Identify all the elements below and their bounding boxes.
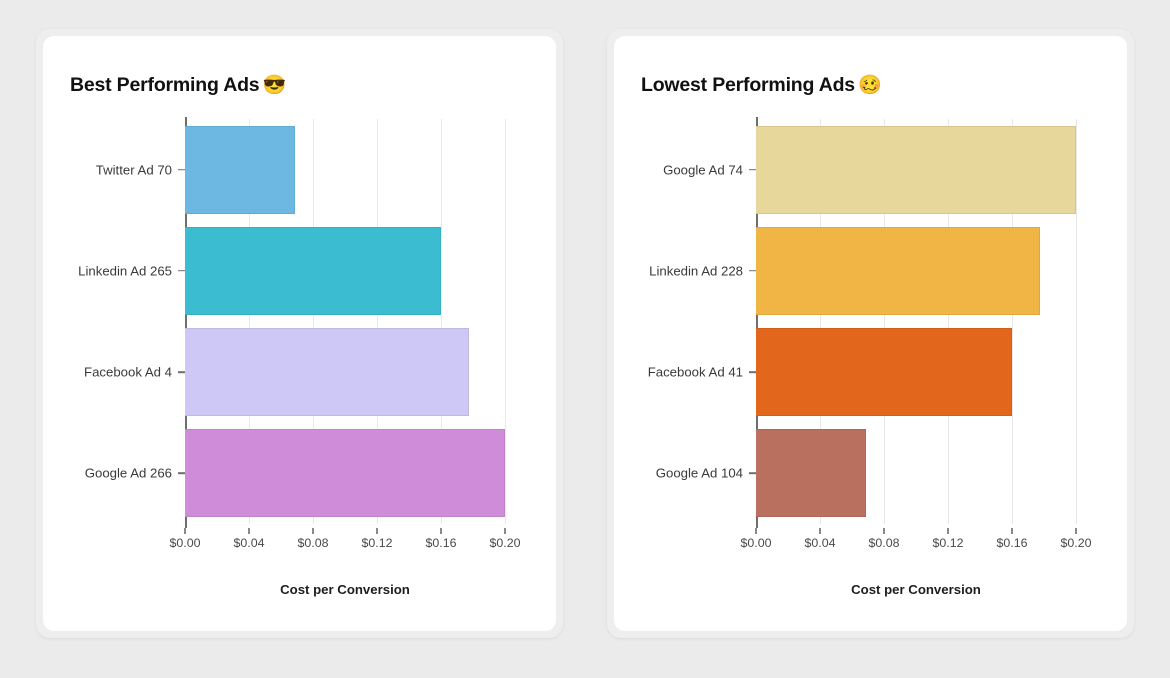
x-tick-label: $0.16 (425, 536, 457, 550)
x-tick-label: $0.04 (804, 536, 836, 550)
category-label: Facebook Ad 41 (647, 364, 743, 380)
bar[interactable] (185, 429, 505, 518)
x-tick-label: $0.00 (169, 536, 201, 550)
category-tick (749, 270, 756, 272)
bar[interactable] (185, 226, 441, 315)
bar-row (185, 226, 505, 315)
x-axis-title: Cost per Conversion (280, 582, 410, 597)
category-tick (749, 371, 756, 373)
lowest-performing-ads-chart: Google Ad 74 Linkedin Ad 228 Facebook Ad 4… (614, 36, 1127, 631)
bar-row (756, 328, 1076, 417)
lowest-performing-ads-card: Lowest Performing Ads 🥴 Google Ad 74 Linke… (614, 36, 1127, 631)
bar-row (185, 125, 505, 214)
gridline (1076, 119, 1077, 524)
x-tick-label: $0.20 (489, 536, 521, 550)
x-tick-mark (819, 528, 821, 534)
x-tick-label: $0.12 (932, 536, 964, 550)
category-tick (178, 270, 185, 272)
category-tick (749, 168, 756, 171)
x-tick-label: $0.20 (1060, 536, 1092, 550)
bar-row (756, 429, 1076, 518)
x-tick-mark (376, 528, 378, 534)
x-tick-mark (947, 528, 949, 534)
bar[interactable] (756, 125, 1076, 214)
x-tick-mark (184, 528, 186, 534)
plot-area: Google Ad 74 Linkedin Ad 228 Facebook Ad 4… (648, 117, 1092, 597)
bar-row (756, 125, 1076, 214)
category-tick (178, 472, 185, 475)
plot-area: Twitter Ad 70 Linkedin Ad 265 Facebook Ad … (78, 117, 521, 597)
bar[interactable] (185, 125, 296, 214)
ads-performance-dashboard: Best Performing Ads 😎 Twitter Ad 70 Linked… (0, 0, 1170, 678)
category-label: Linkedin Ad 228 (649, 263, 743, 279)
x-tick-mark (883, 528, 885, 534)
x-tick-label: $0.00 (740, 536, 772, 550)
x-tick-mark (504, 528, 506, 534)
category-label: Twitter Ad 70 (95, 162, 172, 178)
x-tick-mark (1011, 528, 1013, 534)
category-tick (749, 472, 756, 475)
gridline (505, 119, 506, 524)
category-label: Facebook Ad 4 (84, 364, 172, 380)
x-tick-mark (755, 528, 757, 534)
best-performing-ads-card: Best Performing Ads 😎 Twitter Ad 70 Linked… (43, 36, 556, 631)
x-tick-label: $0.08 (297, 536, 329, 550)
bar[interactable] (756, 226, 1040, 315)
bar[interactable] (756, 328, 1012, 417)
category-label: Linkedin Ad 265 (78, 263, 172, 279)
category-tick (178, 371, 185, 373)
bar[interactable] (185, 328, 469, 417)
x-axis-title: Cost per Conversion (851, 582, 981, 597)
bar[interactable] (756, 429, 867, 518)
bar-row (185, 429, 505, 518)
bar-row (756, 226, 1076, 315)
x-tick-mark (312, 528, 314, 534)
best-performing-ads-chart: Twitter Ad 70 Linkedin Ad 265 Facebook Ad … (43, 36, 556, 631)
x-tick-label: $0.16 (996, 536, 1028, 550)
category-label: Google Ad 104 (655, 465, 743, 481)
category-label: Google Ad 74 (663, 162, 743, 178)
x-tick-label: $0.08 (868, 536, 900, 550)
x-tick-label: $0.12 (361, 536, 393, 550)
x-tick-mark (248, 528, 250, 534)
category-tick (178, 168, 185, 171)
x-tick-label: $0.04 (233, 536, 265, 550)
x-tick-mark (1075, 528, 1077, 534)
x-tick-mark (440, 528, 442, 534)
category-label: Google Ad 266 (84, 465, 172, 481)
bar-row (185, 328, 505, 417)
best-performing-ads-panel: Best Performing Ads 😎 Twitter Ad 70 Linked… (36, 29, 563, 638)
lowest-performing-ads-panel: Lowest Performing Ads 🥴 Google Ad 74 Linke… (607, 29, 1134, 638)
